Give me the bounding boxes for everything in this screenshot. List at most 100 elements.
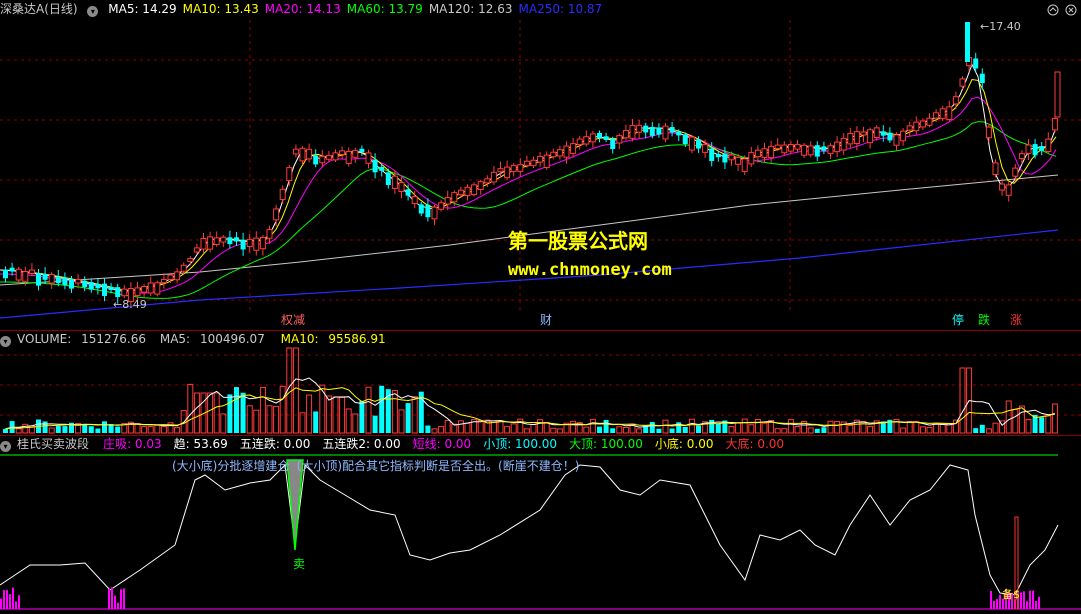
candle-body <box>299 147 306 162</box>
volume-bar <box>847 424 854 434</box>
volume-bar <box>95 428 101 433</box>
candle-body <box>893 134 900 146</box>
candle-body <box>48 274 55 284</box>
volume-bar <box>15 428 22 434</box>
candle-body <box>339 150 346 155</box>
volume-bar <box>1051 403 1058 434</box>
event-marker-halt[interactable]: 停 <box>952 313 964 327</box>
candle-body <box>15 268 22 281</box>
ma-legend-item: MA120: 12.63 <box>428 2 513 16</box>
candle-body <box>398 182 405 193</box>
event-marker-rise[interactable]: 涨 <box>1010 313 1022 327</box>
bottom-signal-bar <box>120 589 122 609</box>
chevron-down-icon[interactable]: ▾ <box>0 336 11 347</box>
price-chart-pane[interactable]: 深桑达A(日线) ▾ MA5: 14.29 MA10: 13.43 MA20: 14… <box>0 0 1081 330</box>
stock-name[interactable]: 深桑达A <box>0 2 44 16</box>
candle-body <box>187 257 194 262</box>
volume-bar <box>379 385 385 433</box>
volume-bar <box>405 403 411 433</box>
candle-body <box>814 145 820 157</box>
candle-body <box>688 136 695 151</box>
indicator-field: 大顶: 100.00 <box>569 437 643 451</box>
volume-bar <box>313 411 319 433</box>
indicator-fields: 庄吸: 0.03 趋: 53.69 五连跌: 0.00 五连跌2: 0.00 短线: 0… <box>103 437 796 451</box>
volume-ma10: MA10: 95586.91 <box>280 332 386 346</box>
volume-bar <box>761 422 768 434</box>
candle-body <box>696 139 701 149</box>
chevron-down-icon[interactable]: ▾ <box>87 6 99 17</box>
indicator-field: 大底: 0.00 <box>725 437 785 451</box>
bottom-signal-bar <box>15 601 17 609</box>
candle-body <box>643 125 649 133</box>
candle-body <box>180 264 187 272</box>
indicator-field: 小底: 0.00 <box>654 437 714 451</box>
candle-body <box>965 22 970 62</box>
sell-signal-label: 卖 <box>293 557 306 571</box>
event-marker-finance[interactable]: 财 <box>540 313 552 327</box>
candle-body <box>55 276 61 284</box>
volume-bar <box>42 421 48 433</box>
close-icon[interactable] <box>1064 3 1078 17</box>
volume-bar <box>622 426 629 434</box>
candle-body <box>379 166 385 171</box>
volume-bar <box>391 389 398 434</box>
volume-bar <box>556 428 563 434</box>
candle-body <box>411 196 418 205</box>
candle-body <box>108 286 114 291</box>
volume-bar <box>728 425 735 434</box>
candle-body <box>768 145 775 159</box>
candle-body <box>523 160 530 167</box>
volume-bar <box>1012 408 1019 434</box>
volume-chart-pane[interactable]: ▾ VOLUME: 151276.66 MA5: 100496.07 MA10: … <box>0 330 1081 435</box>
volume-bar <box>88 426 94 433</box>
volume-bar <box>959 367 966 434</box>
candle-body <box>266 229 273 239</box>
candle-body <box>662 125 669 140</box>
candle-body <box>3 269 8 279</box>
bottom-signal-bar <box>117 602 119 609</box>
candle-body <box>1039 146 1045 151</box>
candle-body <box>952 96 959 105</box>
candle-body <box>352 149 359 158</box>
candle-body <box>141 286 148 293</box>
settings-icon[interactable] <box>1046 3 1060 17</box>
candle-body <box>385 172 391 185</box>
volume-bar <box>570 420 577 434</box>
candle-body <box>391 175 398 189</box>
volume-bar <box>1045 415 1052 434</box>
volume-bar <box>246 405 253 434</box>
indicator-name[interactable]: 桂氏买卖波段 <box>17 437 89 451</box>
candle-body <box>610 138 616 150</box>
volume-bar <box>682 426 688 433</box>
volume-bar <box>279 385 286 434</box>
volume-bar <box>398 409 405 434</box>
volume-bar <box>781 428 788 434</box>
volume-bar <box>537 419 544 434</box>
volume-bar <box>425 425 431 433</box>
candle-body <box>543 154 550 168</box>
candle-body <box>372 159 378 173</box>
volume-bar <box>550 427 557 434</box>
volume-bar <box>102 421 107 433</box>
indicator-field: 五连跌: 0.00 <box>239 437 311 451</box>
chevron-down-icon[interactable]: ▾ <box>0 441 11 452</box>
price-chart-canvas[interactable] <box>0 0 1081 330</box>
volume-ma10-line <box>5 387 1056 430</box>
candle-body <box>1051 118 1058 131</box>
volume-ma5: MA5: 100496.07 <box>159 332 265 346</box>
candle-body <box>853 131 860 144</box>
candle-body <box>464 186 471 197</box>
event-marker-rights[interactable]: 权减 <box>281 313 305 327</box>
candle-body <box>728 154 735 161</box>
candle-body <box>325 154 332 160</box>
candle-body <box>669 127 675 133</box>
event-marker-fall[interactable]: 跌 <box>978 313 990 327</box>
volume-bar <box>299 412 306 434</box>
volume-bar <box>985 428 992 434</box>
volume-bar <box>464 422 471 434</box>
ma-legend-item: MA250: 10.87 <box>518 2 603 16</box>
volume-bar <box>814 428 820 433</box>
bottom-signal-bar <box>1032 590 1034 609</box>
candle-body <box>735 156 742 165</box>
volume-bar <box>900 427 907 434</box>
